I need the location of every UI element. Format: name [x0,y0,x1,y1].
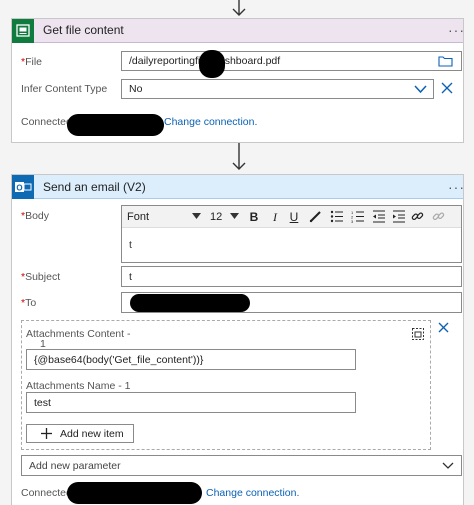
numbered-list-icon[interactable]: 123 [351,210,365,223]
redaction [199,50,225,78]
link-icon[interactable] [411,210,424,223]
close-icon[interactable] [438,322,449,333]
sharepoint-icon [12,19,34,43]
close-icon[interactable] [441,82,453,94]
attachments-name-input[interactable]: test [26,392,356,413]
arrow-down-icon [232,143,246,170]
unlink-icon[interactable] [432,210,445,223]
change-connection-link[interactable]: Change connection. [206,487,299,499]
decrease-indent-icon[interactable] [372,210,386,223]
plus-icon [41,428,52,439]
change-connection-link[interactable]: Change connection. [164,116,257,128]
attachments-name-label: Attachments Name - 1 [26,380,131,392]
subject-input[interactable]: t [121,266,462,287]
folder-icon[interactable] [438,55,453,67]
arrow-down-icon [232,0,246,16]
svg-text:O: O [16,184,22,193]
outlook-icon: O [12,175,34,199]
more-options-button[interactable]: ··· [448,22,465,38]
step-title: Get file content [43,23,124,37]
bold-button[interactable]: B [247,209,261,225]
redaction [67,482,202,504]
add-new-parameter-select[interactable]: Add new parameter [21,455,462,476]
chevron-down-icon[interactable] [230,213,239,220]
more-options-button[interactable]: ··· [448,179,465,195]
font-family-select[interactable]: Font [127,209,149,225]
svg-text:3: 3 [351,219,354,223]
italic-button[interactable]: I [269,209,281,225]
body-text: t [129,239,132,251]
step-title: Send an email (V2) [43,180,146,194]
bullet-list-icon[interactable] [330,210,344,223]
redaction [67,114,164,136]
subject-label: *Subject [21,271,61,283]
increase-indent-icon[interactable] [392,210,406,223]
body-label: *Body [21,210,50,222]
infer-content-type-select[interactable]: No [121,79,434,99]
to-label: *To [21,297,37,309]
dynamic-content-icon[interactable] [411,327,425,341]
chevron-down-icon[interactable] [414,84,427,94]
pen-icon[interactable] [309,210,322,223]
redaction [130,294,250,312]
chevron-down-icon[interactable] [192,213,201,220]
add-new-item-button[interactable]: Add new item [26,424,134,443]
infer-content-type-label: Infer Content Type [21,83,108,95]
add-new-item-label: Add new item [60,427,124,440]
file-label: *File [21,56,43,68]
chevron-down-icon[interactable] [442,461,454,470]
file-input[interactable]: /dailyreportingfile Dashboard.pdf [121,51,462,71]
attachments-content-input[interactable]: {@base64(body('Get_file_content'))} [26,349,356,370]
underline-button[interactable]: U [287,209,301,225]
font-size-select[interactable]: 12 [210,209,222,225]
